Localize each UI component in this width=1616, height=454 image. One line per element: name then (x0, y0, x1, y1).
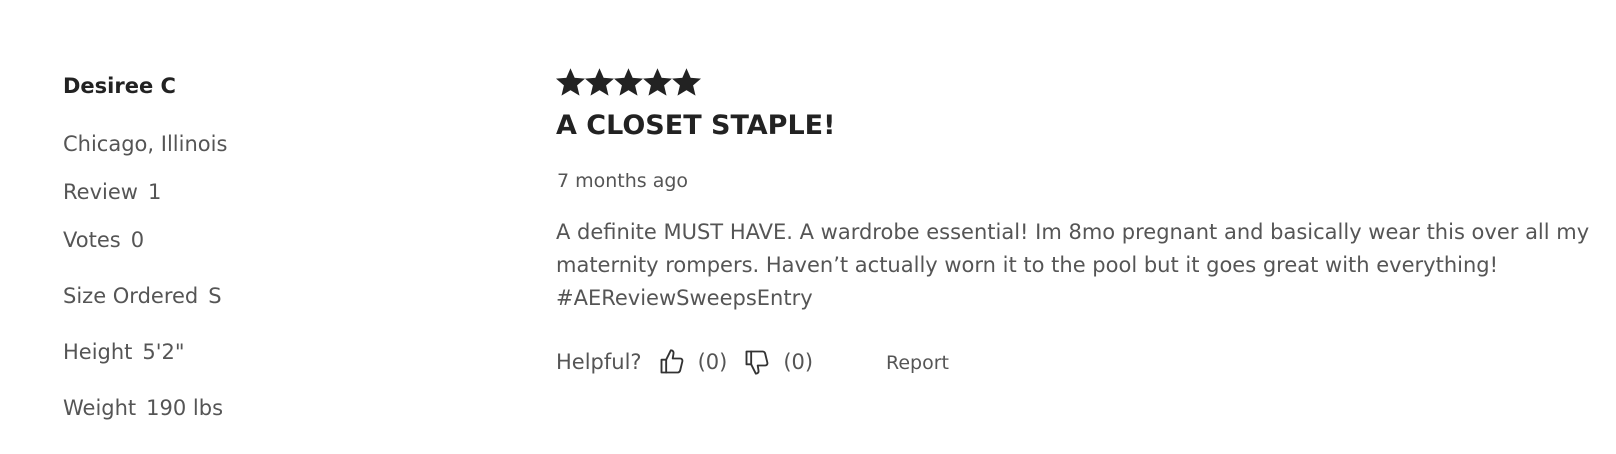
thumbs-up-icon[interactable] (658, 348, 686, 376)
reviewer-review-count: Review 1 (63, 180, 161, 204)
thumbs-up-count: (0) (697, 350, 728, 374)
review-title: A CLOSET STAPLE! (556, 110, 836, 141)
star-icon (672, 68, 701, 96)
reviewer-size-ordered: Size Ordered S (63, 284, 222, 308)
review-text: A definite MUST HAVE. A wardrobe essenti… (556, 216, 1590, 315)
star-icon (643, 68, 672, 96)
star-icon (556, 68, 585, 96)
review-card: Desiree C Chicago, Illinois Review 1 Vote… (0, 0, 1616, 454)
reviewer-name: Desiree C (63, 74, 176, 98)
height-value: 5'2" (142, 340, 185, 364)
star-icon (614, 68, 643, 96)
star-icon (585, 68, 614, 96)
review-count-value: 1 (147, 180, 162, 204)
weight-value: 190 lbs (146, 396, 224, 420)
size-ordered-value: S (208, 284, 222, 308)
thumbs-down-count: (0) (783, 350, 814, 374)
helpful-votes: Helpful? (0) (0) (556, 348, 813, 376)
votes-value: 0 (130, 228, 145, 252)
height-label: Height (63, 340, 133, 364)
weight-label: Weight (63, 396, 137, 420)
reviewer-votes: Votes 0 (63, 228, 144, 252)
review-date: 7 months ago (557, 170, 689, 192)
review-count-label: Review (63, 180, 138, 204)
star-rating (556, 68, 701, 102)
report-link[interactable]: Report (886, 352, 949, 374)
review-text-line: maternity rompers. Haven’t actually worn… (556, 253, 1499, 277)
helpful-label: Helpful? (556, 350, 642, 374)
thumbs-down-icon[interactable] (743, 348, 771, 376)
votes-label: Votes (63, 228, 121, 252)
reviewer-height: Height 5'2" (63, 340, 185, 364)
review-text-line: A definite MUST HAVE. A wardrobe essenti… (556, 220, 1590, 244)
reviewer-location: Chicago, Illinois (63, 132, 228, 156)
reviewer-weight: Weight 190 lbs (63, 396, 223, 420)
review-text-line: #AEReviewSweepsEntry (556, 286, 813, 310)
size-ordered-label: Size Ordered (63, 284, 199, 308)
